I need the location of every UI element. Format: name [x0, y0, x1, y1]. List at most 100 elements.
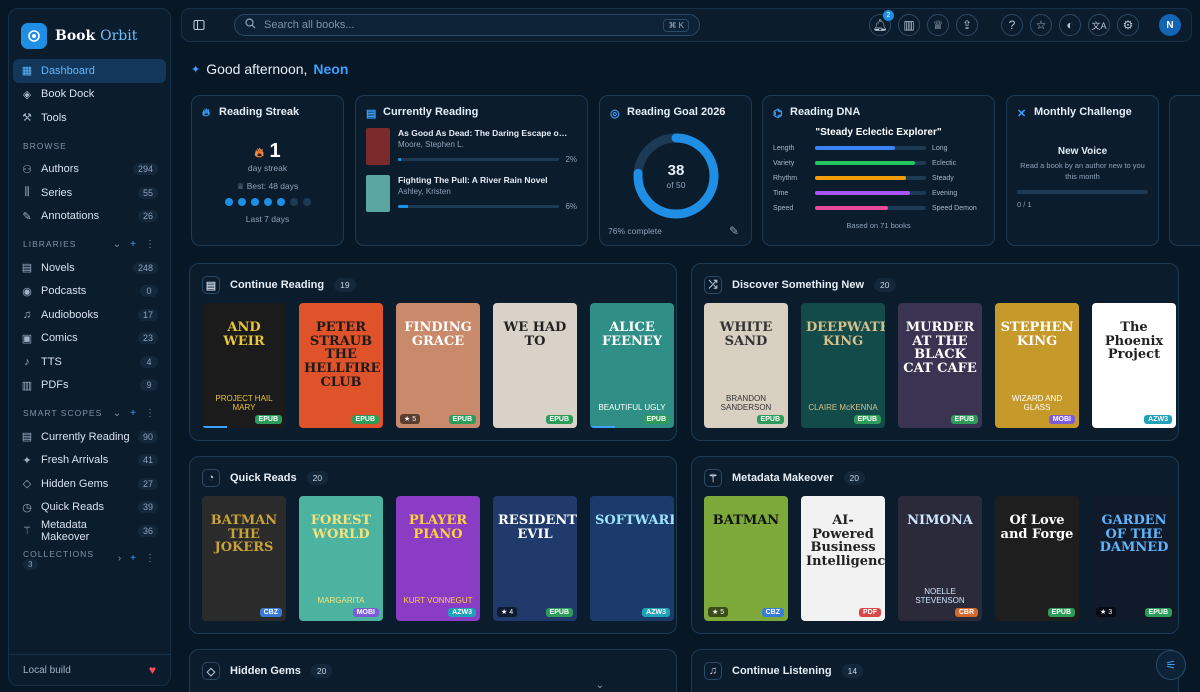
help-button[interactable]: ?: [1001, 14, 1023, 36]
book-cover[interactable]: NIMONA NOELLE STEVENSON CBR: [898, 496, 982, 621]
stats-button[interactable]: ▥: [898, 14, 920, 36]
more-icon[interactable]: ⋮: [145, 408, 156, 419]
chevron-down-icon[interactable]: ⌄: [113, 408, 122, 419]
sidebar-item-tools[interactable]: ⚒ Tools: [13, 106, 166, 130]
section-title[interactable]: Discover Something New: [732, 279, 864, 291]
cover-title: The Phoenix Project: [1104, 320, 1164, 363]
book-cover[interactable]: ALICE FEENEY BEAUTIFUL UGLY EPUB: [590, 303, 674, 428]
book-cover[interactable]: WE HAD TO EPUB: [493, 303, 577, 428]
collections-section-header[interactable]: COLLECTIONS 3 › + ⋮: [13, 547, 166, 571]
book-cover[interactable]: AI-Powered Business Intelligence PDF: [801, 496, 885, 621]
search-bar[interactable]: ⌘ K: [234, 14, 700, 36]
sidebar-item-currently-reading[interactable]: ▤ Currently Reading 90: [13, 425, 166, 449]
sidebar-item-metadata-makeover[interactable]: ⚚ Metadata Makeover 36: [13, 519, 166, 543]
book-cover[interactable]: GARDEN OF THE DAMNED ★ 3 EPUB: [1092, 496, 1176, 621]
currently-reading-card[interactable]: ▤ Currently Reading As Good As Dead: The …: [355, 95, 588, 246]
sidebar-item-dashboard[interactable]: ▦ Dashboard: [13, 59, 166, 83]
chevron-down-icon[interactable]: ⌄: [113, 239, 122, 250]
sidebar-item-comics[interactable]: ▣ Comics 23: [13, 327, 166, 351]
achievements-button[interactable]: ♕: [927, 14, 949, 36]
format-badge: EPUB: [1047, 608, 1075, 617]
sidebar-item-tts[interactable]: ♪ TTS 4: [13, 350, 166, 374]
sidebar-item-novels[interactable]: ▤ Novels 248: [13, 256, 166, 280]
add-library-icon[interactable]: +: [130, 239, 137, 250]
notifications-button[interactable]: 🔔︎ 2: [869, 10, 894, 36]
best-streak: ♕ Best: 48 days: [236, 181, 299, 191]
book-cover[interactable]: RESIDENT EVIL ★ 4 EPUB: [493, 496, 577, 621]
layout-settings-button[interactable]: ⚟: [1156, 650, 1186, 680]
sidebar-item-book-dock[interactable]: ◈ Book Dock: [13, 83, 166, 107]
favorites-button[interactable]: ☆: [1030, 14, 1052, 36]
currently-reading-item[interactable]: As Good As Dead: The Daring Escape of ..…: [366, 128, 577, 165]
currently-reading-item[interactable]: Fighting The Pull: A River Rain Novel Ash…: [366, 175, 577, 212]
add-collection-icon[interactable]: +: [130, 553, 137, 564]
sidebar-item-authors[interactable]: ⚇ Authors 294: [13, 158, 166, 182]
progress-percent: 2%: [565, 155, 577, 164]
challenge-progress: 0 / 1: [1017, 200, 1032, 209]
smart-scopes-section-header[interactable]: SMART SCOPES ⌄ + ⋮: [13, 401, 166, 425]
pen-icon: ✎: [22, 210, 32, 223]
streak-day-dot: [250, 198, 259, 206]
chevron-right-icon[interactable]: ›: [118, 553, 122, 564]
challenge-heading: New Voice: [1057, 146, 1108, 157]
sidebar-item-quick-reads[interactable]: ◷ Quick Reads 39: [13, 496, 166, 520]
libraries-section-header[interactable]: LIBRARIES ⌄ + ⋮: [13, 232, 166, 256]
avatar[interactable]: N: [1159, 14, 1181, 36]
book-cover[interactable]: PETER STRAUB THE HELLFIRE CLUB EPUB: [299, 303, 383, 428]
book-cover[interactable]: The Phoenix Project AZW3: [1092, 303, 1176, 428]
section-title[interactable]: Quick Reads: [230, 472, 297, 484]
book-cover[interactable]: MURDER AT THE BLACK CAT CAFE EPUB: [898, 303, 982, 428]
book-title: As Good As Dead: The Daring Escape of ..…: [398, 128, 570, 138]
language-button[interactable]: 文A: [1088, 14, 1110, 36]
book-cover[interactable]: AND WEIR PROJECT HAIL MARY EPUB: [202, 303, 286, 428]
reading-goal-card[interactable]: ◎ Reading Goal 2026 38 of 50 76% complete…: [599, 95, 752, 246]
sidebar-toggle-icon[interactable]: [188, 14, 210, 36]
settings-button[interactable]: ⚙: [1117, 14, 1139, 36]
next-card[interactable]: [1169, 95, 1200, 246]
search-input[interactable]: [264, 19, 656, 31]
section-title[interactable]: Continue Listening: [732, 665, 832, 677]
brand[interactable]: Book Orbit: [13, 17, 166, 59]
book-cover[interactable]: Of Love and Forge EPUB: [995, 496, 1079, 621]
book-cover[interactable]: BATMAN THE JOKERS CBZ: [202, 496, 286, 621]
trait-bar: [815, 206, 926, 210]
comic-icon: ▣: [21, 332, 33, 345]
users-icon: ⚇: [22, 163, 32, 176]
sidebar-item-pdfs[interactable]: ▥ PDFs 9: [13, 374, 166, 398]
book-cover[interactable]: DEEPWATER KING CLAIRE McKENNA EPUB: [801, 303, 885, 428]
section-title[interactable]: Metadata Makeover: [732, 472, 834, 484]
reading-dna-card[interactable]: ⌬ Reading DNA "Steady Eclectic Explorer" …: [762, 95, 995, 246]
upload-button[interactable]: ⇪: [956, 14, 978, 36]
format-badge: CBZ: [761, 608, 784, 617]
week-dots: [202, 198, 333, 206]
sidebar-item-annotations[interactable]: ✎ Annotations 26: [13, 205, 166, 229]
book-cover[interactable]: STEPHEN KING WIZARD AND GLASS MOBI: [995, 303, 1079, 428]
more-icon[interactable]: ⋮: [145, 553, 156, 564]
reading-streak-card[interactable]: 🔥︎ Reading Streak 🔥︎ 1 day streak ♕ Best:…: [191, 95, 344, 246]
book-cover[interactable]: BATMAN ★ 5 CBZ: [704, 496, 788, 621]
sidebar-item-audiobooks[interactable]: ♫ Audiobooks 17: [13, 303, 166, 327]
scroll-down-icon[interactable]: ⌄: [592, 680, 608, 692]
book-cover[interactable]: WHITE SAND BRANDON SANDERSON EPUB: [704, 303, 788, 428]
edit-icon[interactable]: ✎: [729, 224, 739, 238]
book-cover[interactable]: FINDING GRACE ★ 5 EPUB: [396, 303, 480, 428]
monthly-challenge-card[interactable]: ✕ Monthly Challenge New Voice Read a book…: [1006, 95, 1159, 246]
sidebar-item-podcasts[interactable]: ◉ Podcasts 0: [13, 280, 166, 304]
book-cover[interactable]: FOREST WORLD MARGARITA MOBI: [299, 496, 383, 621]
dna-icon: ⌬: [773, 107, 783, 120]
sidebar-item-label: Annotations: [41, 210, 100, 223]
theme-button[interactable]: ◐: [1059, 14, 1081, 36]
book-cover[interactable]: SOFTWARE AZW3: [590, 496, 674, 621]
sidebar-item-hidden-gems[interactable]: ◇ Hidden Gems 27: [13, 472, 166, 496]
cover-subtitle: BRANDON SANDERSON: [720, 394, 772, 412]
section-title[interactable]: Hidden Gems: [230, 665, 301, 677]
more-icon[interactable]: ⋮: [145, 239, 156, 250]
book-cover[interactable]: PLAYER PIANO KURT VONNEGUT AZW3: [396, 496, 480, 621]
section-title[interactable]: Continue Reading: [230, 279, 324, 291]
sidebar-item-series[interactable]: ⫼ Series 55: [13, 181, 166, 205]
section-quick-reads: ◔ Quick Reads 20 BATMAN THE JOKERS CBZ FOREST…: [189, 456, 677, 634]
sidebar-item-fresh-arrivals[interactable]: ✦ Fresh Arrivals 41: [13, 449, 166, 473]
add-scope-icon[interactable]: +: [130, 408, 137, 419]
section-discover-something-new: ⤮ Discover Something New 20 WHITE SAND BRAND…: [691, 263, 1179, 441]
heart-icon[interactable]: ♥: [149, 663, 156, 677]
